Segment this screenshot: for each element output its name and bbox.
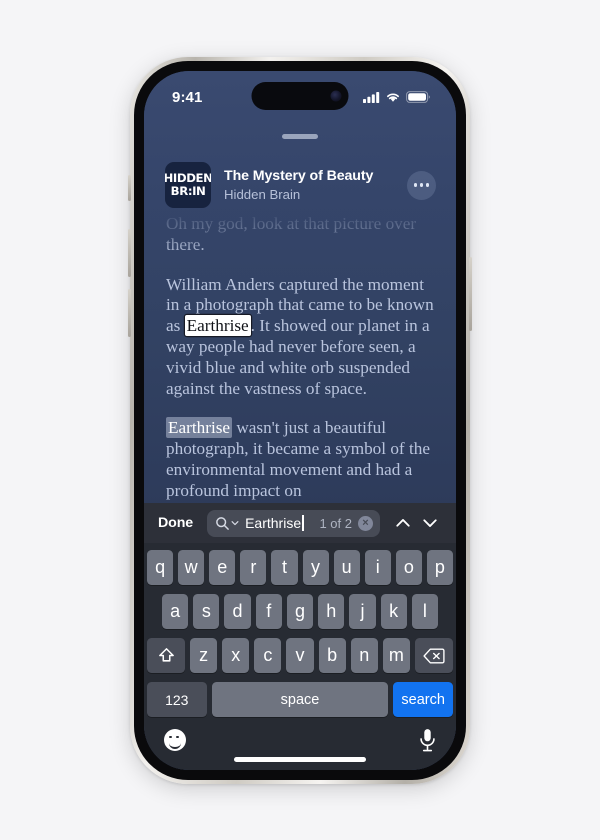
key-r[interactable]: r [240,550,267,585]
volume-up-button[interactable] [128,229,131,277]
key-y[interactable]: y [302,550,329,585]
chevron-down-icon [231,521,239,526]
key-o[interactable]: o [395,550,422,585]
key-g[interactable]: g [286,594,314,629]
find-in-page-bar: Done Earthrise 1 of 2 × [144,503,456,543]
key-e[interactable]: e [209,550,236,585]
search-input[interactable]: Earthrise 1 of 2 × [207,509,380,537]
match-count-label: 1 of 2 [319,515,352,531]
microphone-icon[interactable] [419,728,436,753]
artwork-text-line-2: BR:IN [170,184,206,198]
device-screen: 9:41 HIDDEN BR:IN The Mystery of Beauty … [144,71,456,770]
key-n[interactable]: n [350,638,378,673]
search-match-inactive: Earthrise [166,417,233,439]
ellipsis-icon [419,183,424,187]
podcast-artwork[interactable]: HIDDEN BR:IN [165,162,211,208]
done-button[interactable]: Done [158,515,193,531]
key-h[interactable]: h [318,594,345,629]
key-w[interactable]: w [178,550,205,585]
podcast-show-name: Hidden Brain [224,187,301,202]
status-bar-time: 9:41 [172,88,203,106]
on-screen-keyboard: qwertyuiop asdfghjkl zxcvbnm 123 space s… [144,543,456,717]
keyboard-row-3: zxcvbnm [147,638,453,673]
search-input-value: Earthrise [245,515,302,531]
key-a[interactable]: a [162,594,189,629]
space-key[interactable]: space [211,682,389,717]
battery-icon [406,91,430,103]
key-i[interactable]: i [364,550,391,585]
shift-arrow-icon [158,648,174,662]
ellipsis-icon [425,183,430,187]
device-bezel: 9:41 HIDDEN BR:IN The Mystery of Beauty … [134,61,466,780]
key-c[interactable]: c [254,638,282,673]
key-u[interactable]: u [333,550,360,585]
front-camera-icon [330,90,342,102]
episode-title: The Mystery of Beauty [224,168,374,184]
keyboard-row-1: qwertyuiop [147,550,453,585]
search-input-value-wrapper: Earthrise [245,515,319,531]
return-search-key[interactable]: search [393,682,453,717]
key-k[interactable]: k [380,594,407,629]
home-indicator[interactable] [234,757,366,762]
shift-key[interactable] [147,638,185,673]
transcript-paragraph: Oh my god, look at that picture over the… [166,214,434,256]
iphone-device-frame: 9:41 HIDDEN BR:IN The Mystery of Beauty … [128,57,472,784]
transcript-text: Oh my god, look at that picture over the… [166,214,417,254]
key-z[interactable]: z [190,638,218,673]
key-x[interactable]: x [222,638,250,673]
numeric-switch-key[interactable]: 123 [147,682,207,717]
more-options-button[interactable] [407,170,436,200]
transcript-paragraph: William Anders captured the moment in a … [166,275,434,400]
magnifier-icon [216,516,229,530]
ellipsis-icon [413,183,418,187]
artwork-text-line-1: HIDDEN [165,170,211,185]
clear-search-button[interactable]: × [358,515,373,531]
key-l[interactable]: l [411,594,438,629]
search-match-active: Earthrise [184,315,251,337]
key-j[interactable]: j [349,594,376,629]
wifi-icon [387,93,399,102]
volume-down-button[interactable] [128,289,131,337]
keyboard-row-2: asdfghjkl [147,594,453,629]
key-d[interactable]: d [224,594,251,629]
key-q[interactable]: q [147,550,174,585]
episode-header-text: The Mystery of Beauty Hidden Brain [224,168,407,202]
cellular-bars-icon [363,92,380,103]
chevron-up-icon [395,519,410,527]
dynamic-island[interactable] [251,82,349,110]
sheet-drag-handle[interactable] [282,134,318,139]
status-bar-indicators [363,91,430,103]
episode-header: HIDDEN BR:IN The Mystery of Beauty Hidde… [144,156,456,214]
search-scope-button[interactable] [215,516,239,531]
side-power-button[interactable] [469,257,472,331]
keyboard-region: Done Earthrise 1 of 2 × q w e r t y u i … [144,503,456,770]
key-v[interactable]: v [286,638,314,673]
key-t[interactable]: t [271,550,298,585]
silent-switch[interactable] [128,175,131,201]
previous-match-button[interactable] [389,510,416,537]
backspace-icon [423,648,445,663]
emoji-keyboard-button[interactable] [164,729,186,751]
transcript-paragraph: Earthrise wasn't just a beautiful photog… [166,417,434,501]
keyboard-row-4: 123 space search [147,682,453,717]
key-p[interactable]: p [426,550,453,585]
key-m[interactable]: m [382,638,410,673]
key-b[interactable]: b [318,638,346,673]
delete-key[interactable] [414,638,453,673]
key-s[interactable]: s [193,594,220,629]
key-f[interactable]: f [255,594,282,629]
chevron-down-icon [422,519,437,527]
next-match-button[interactable] [416,510,443,537]
text-caret [302,515,304,531]
